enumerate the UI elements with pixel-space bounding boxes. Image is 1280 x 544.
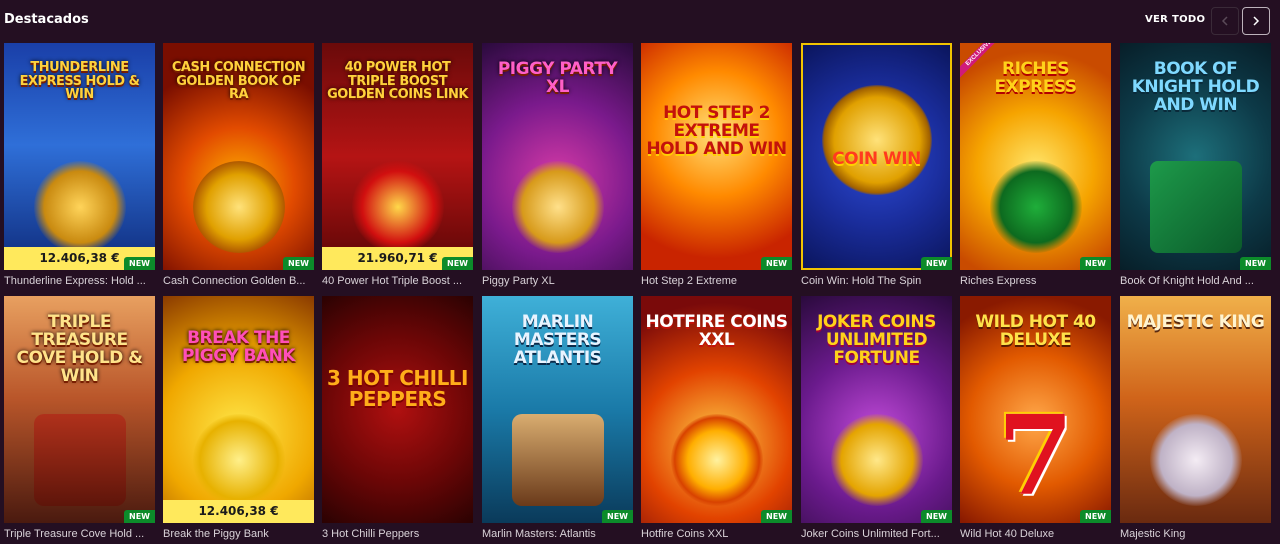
game-art-title: JOKER COINS UNLIMITED FORTUNE (817, 312, 936, 368)
game-tile-book-of-knight[interactable]: BOOK OF KNIGHT HOLD AND WIN NEW Book Of … (1120, 43, 1271, 290)
game-thumbnail: HOTFIRE COINS XXL NEW (641, 296, 792, 523)
carousel-next-button[interactable] (1242, 7, 1270, 35)
game-thumbnail: MAJESTIC KING (1120, 296, 1271, 523)
game-name: Wild Hot 40 Deluxe (960, 528, 1055, 540)
game-name: Coin Win: Hold The Spin (801, 275, 922, 287)
game-name: Piggy Party XL (482, 275, 555, 287)
new-badge: NEW (921, 257, 952, 270)
train-icon (989, 161, 1082, 253)
new-badge: NEW (1080, 257, 1111, 270)
game-art-title: RICHES EXPRESS (994, 59, 1077, 97)
game-thumbnail: CASH CONNECTION GOLDEN BOOK OF RA NEW (163, 43, 314, 270)
lucky-seven-icon: 7 (997, 391, 1074, 520)
game-tile-thunderline-express[interactable]: THUNDERLINE EXPRESS HOLD & WIN 12.406,38… (4, 43, 155, 290)
game-art-title: THUNDERLINE EXPRESS HOLD & WIN (19, 60, 140, 103)
game-art-title: MARLIN MASTERS ATLANTIS (513, 312, 602, 368)
game-tile-riches-express[interactable]: EXCLUSIVE RICHES EXPRESS NEW Riches Expr… (960, 43, 1111, 290)
new-badge: NEW (761, 510, 792, 523)
game-tile-hotfire-coins-xxl[interactable]: HOTFIRE COINS XXL NEW Hotfire Coins XXL (641, 296, 792, 543)
game-name: 40 Power Hot Triple Boost ... (322, 275, 463, 287)
new-badge: NEW (124, 257, 155, 270)
chevron-left-icon (1221, 16, 1228, 26)
game-art-title: PIGGY PARTY XL (497, 59, 618, 97)
game-tile-majestic-king[interactable]: MAJESTIC KING Majestic King (1120, 296, 1271, 543)
game-name: 3 Hot Chilli Peppers (322, 528, 420, 540)
new-badge: NEW (1240, 257, 1271, 270)
game-thumbnail: 3 HOT CHILLI PEPPERS (322, 296, 473, 523)
game-name: Marlin Masters: Atlantis (482, 528, 596, 540)
game-tile-triple-treasure-cove[interactable]: TRIPLE TREASURE COVE HOLD & WIN NEW Trip… (4, 296, 155, 543)
game-thumbnail: HOT STEP 2 EXTREME HOLD AND WIN NEW (641, 43, 792, 270)
game-thumbnail: TRIPLE TREASURE COVE HOLD & WIN NEW (4, 296, 155, 523)
new-badge: NEW (602, 510, 633, 523)
game-tile-cash-connection[interactable]: CASH CONNECTION GOLDEN BOOK OF RA NEW Ca… (163, 43, 314, 290)
game-name: Joker Coins Unlimited Fort... (801, 528, 940, 540)
game-art-title: BOOK OF KNIGHT HOLD AND WIN (1131, 59, 1260, 115)
game-name: Hotfire Coins XXL (641, 528, 729, 540)
game-tile-joker-coins[interactable]: JOKER COINS UNLIMITED FORTUNE NEW Joker … (801, 296, 952, 543)
game-thumbnail: PIGGY PARTY XL (482, 43, 633, 270)
gold-coin-icon (821, 85, 932, 195)
book-icon (1149, 161, 1242, 253)
game-tile-marlin-masters-atlantis[interactable]: MARLIN MASTERS ATLANTIS NEW Marlin Maste… (482, 296, 633, 543)
game-art-title: 3 HOT CHILLI PEPPERS (326, 366, 469, 411)
piggy-bank-icon (511, 161, 604, 253)
train-icon (33, 161, 126, 253)
game-art-title: WILD HOT 40 DELUXE (975, 312, 1096, 350)
treasure-chest-icon (33, 414, 126, 506)
game-name: Majestic King (1120, 528, 1186, 540)
game-name: Book Of Knight Hold And ... (1120, 275, 1254, 287)
game-thumbnail: THUNDERLINE EXPRESS HOLD & WIN 12.406,38… (4, 43, 155, 270)
new-badge: NEW (124, 510, 155, 523)
new-badge: NEW (921, 510, 952, 523)
game-art-title: 40 POWER HOT TRIPLE BOOST GOLDEN COINS L… (327, 60, 468, 103)
game-name: Triple Treasure Cove Hold ... (4, 528, 145, 540)
golden-book-icon (192, 161, 285, 253)
jackpot-amount: 12.406,38 € (163, 500, 314, 523)
chevron-right-icon (1253, 16, 1260, 26)
section-title: Destacados (4, 12, 89, 27)
section-header: Destacados VER TODO (0, 0, 1280, 42)
game-name: Cash Connection Golden B... (163, 275, 306, 287)
game-thumbnail: EXCLUSIVE RICHES EXPRESS NEW (960, 43, 1111, 270)
new-badge: NEW (1080, 510, 1111, 523)
game-art-title: HOTFIRE COINS XXL (645, 312, 788, 350)
game-thumbnail: 40 POWER HOT TRIPLE BOOST GOLDEN COINS L… (322, 43, 473, 270)
game-tile-hot-step-2[interactable]: HOT STEP 2 EXTREME HOLD AND WIN NEW Hot … (641, 43, 792, 290)
new-badge: NEW (283, 257, 314, 270)
game-thumbnail: BREAK THE PIGGY BANK 12.406,38 € (163, 296, 314, 523)
gold-coins-icon (192, 414, 285, 506)
fire-coin-icon (670, 414, 763, 506)
carousel-prev-button[interactable] (1211, 7, 1239, 35)
game-tile-coin-win[interactable]: COIN WIN NEW Coin Win: Hold The Spin (801, 43, 952, 290)
poseidon-icon (511, 414, 604, 506)
game-art-title: HOT STEP 2 EXTREME HOLD AND WIN (646, 103, 787, 159)
game-name: Hot Step 2 Extreme (641, 275, 737, 287)
game-thumbnail: JOKER COINS UNLIMITED FORTUNE NEW (801, 296, 952, 523)
game-art-title: TRIPLE TREASURE COVE HOLD & WIN (16, 312, 143, 386)
game-thumbnail: COIN WIN NEW (801, 43, 952, 270)
game-tile-piggy-party-xl[interactable]: PIGGY PARTY XL Piggy Party XL (482, 43, 633, 290)
game-thumbnail: WILD HOT 40 DELUXE 7 NEW (960, 296, 1111, 523)
game-art-title: BREAK THE PIGGY BANK (181, 328, 296, 366)
game-name: Riches Express (960, 275, 1037, 287)
game-thumbnail: BOOK OF KNIGHT HOLD AND WIN NEW (1120, 43, 1271, 270)
game-name: Break the Piggy Bank (163, 528, 269, 540)
game-art-title: COIN WIN (832, 149, 921, 169)
see-all-link[interactable]: VER TODO (1145, 14, 1205, 25)
new-badge: NEW (442, 257, 473, 270)
game-thumbnail: MARLIN MASTERS ATLANTIS NEW (482, 296, 633, 523)
game-art-title: MAJESTIC KING (1126, 312, 1265, 332)
joker-coin-icon (830, 414, 923, 506)
new-badge: NEW (761, 257, 792, 270)
pot-of-gold-icon (351, 161, 444, 253)
game-name: Thunderline Express: Hold ... (4, 275, 146, 287)
game-tile-break-the-piggy-bank[interactable]: BREAK THE PIGGY BANK 12.406,38 € Break t… (163, 296, 314, 543)
game-tile-3-hot-chilli-peppers[interactable]: 3 HOT CHILLI PEPPERS 3 Hot Chilli Pepper… (322, 296, 473, 543)
game-tile-40-power-hot[interactable]: 40 POWER HOT TRIPLE BOOST GOLDEN COINS L… (322, 43, 473, 290)
game-tile-wild-hot-40-deluxe[interactable]: WILD HOT 40 DELUXE 7 NEW Wild Hot 40 Del… (960, 296, 1111, 543)
game-art-title: CASH CONNECTION GOLDEN BOOK OF RA (171, 60, 306, 103)
lion-icon (1149, 414, 1242, 506)
